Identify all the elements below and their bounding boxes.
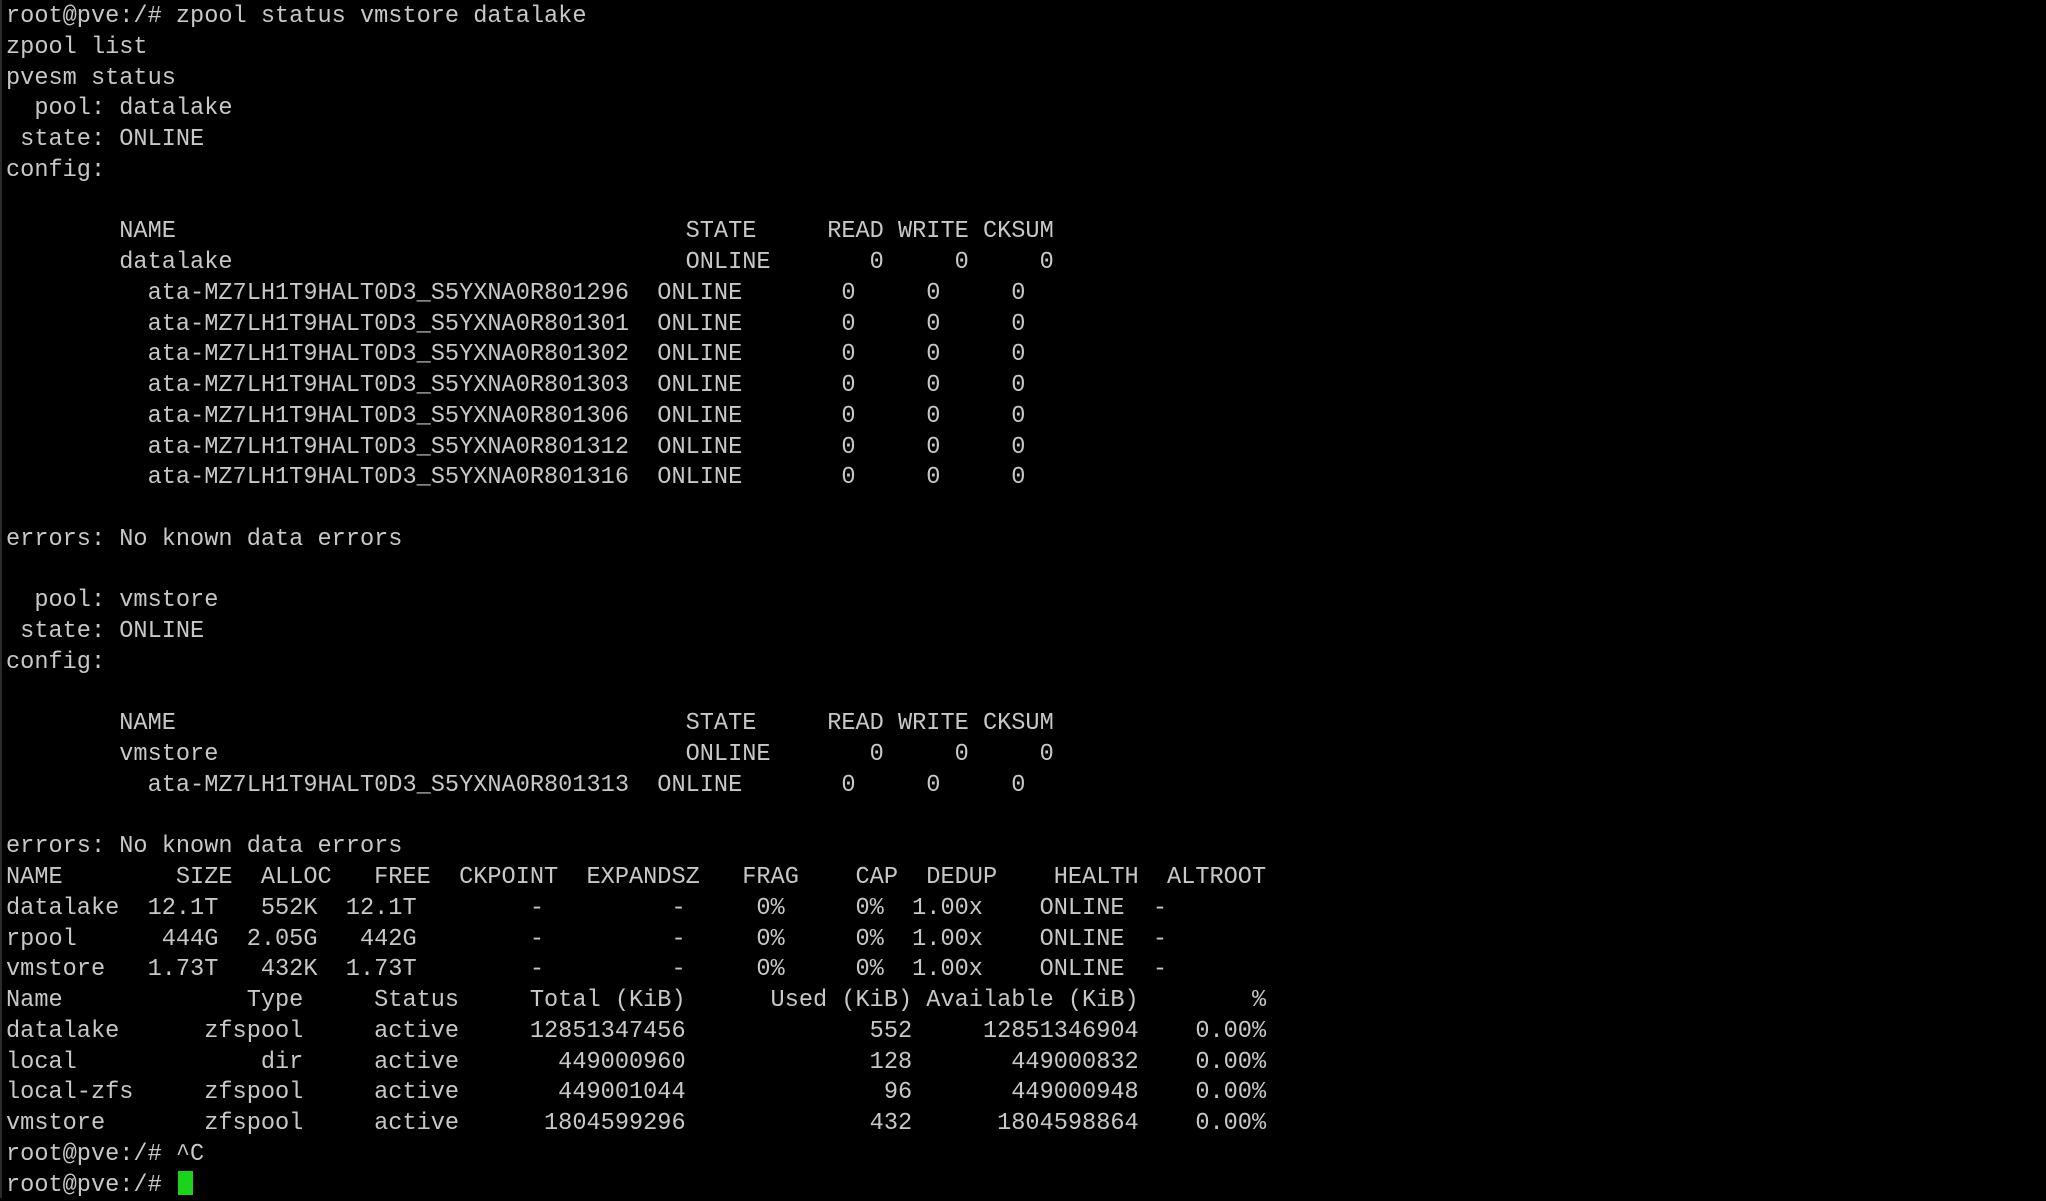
terminal-line: NAME STATE READ WRITE CKSUM (6, 709, 1266, 740)
terminal-line: pvesm status (6, 64, 1266, 95)
command-prompt-line[interactable]: root@pve:/# (6, 1171, 1266, 1201)
terminal-line: local dir active 449000960 128 449000832… (6, 1048, 1266, 1079)
terminal-window[interactable]: root@pve:/# zpool status vmstore datalak… (0, 0, 2046, 1198)
terminal-line: ata-MZ7LH1T9HALT0D3_S5YXNA0R801306 ONLIN… (6, 402, 1266, 433)
prompt-text: root@pve:/# (6, 1172, 176, 1199)
terminal-line: ata-MZ7LH1T9HALT0D3_S5YXNA0R801312 ONLIN… (6, 433, 1266, 464)
terminal-cursor-icon (178, 1171, 193, 1195)
terminal-line: datalake ONLINE 0 0 0 (6, 248, 1266, 279)
terminal-line: errors: No known data errors (6, 832, 1266, 863)
terminal-line: ata-MZ7LH1T9HALT0D3_S5YXNA0R801302 ONLIN… (6, 340, 1266, 371)
terminal-line: config: (6, 648, 1266, 679)
terminal-output: root@pve:/# zpool status vmstore datalak… (6, 2, 1266, 1201)
terminal-line: ata-MZ7LH1T9HALT0D3_S5YXNA0R801313 ONLIN… (6, 771, 1266, 802)
terminal-line (6, 187, 1266, 218)
terminal-line: rpool 444G 2.05G 442G - - 0% 0% 1.00x ON… (6, 925, 1266, 956)
terminal-line: ata-MZ7LH1T9HALT0D3_S5YXNA0R801303 ONLIN… (6, 371, 1266, 402)
terminal-line: state: ONLINE (6, 617, 1266, 648)
terminal-line: local-zfs zfspool active 449001044 96 44… (6, 1078, 1266, 1109)
terminal-line: root@pve:/# ^C (6, 1140, 1266, 1171)
terminal-line: ata-MZ7LH1T9HALT0D3_S5YXNA0R801316 ONLIN… (6, 463, 1266, 494)
terminal-line: vmstore 1.73T 432K 1.73T - - 0% 0% 1.00x… (6, 955, 1266, 986)
terminal-line: config: (6, 156, 1266, 187)
terminal-line: ata-MZ7LH1T9HALT0D3_S5YXNA0R801296 ONLIN… (6, 279, 1266, 310)
terminal-line: errors: No known data errors (6, 525, 1266, 556)
terminal-line: NAME STATE READ WRITE CKSUM (6, 217, 1266, 248)
terminal-line (6, 802, 1266, 833)
terminal-line: pool: datalake (6, 94, 1266, 125)
terminal-line: vmstore ONLINE 0 0 0 (6, 740, 1266, 771)
terminal-line: root@pve:/# zpool status vmstore datalak… (6, 2, 1266, 33)
terminal-line (6, 679, 1266, 710)
terminal-line: vmstore zfspool active 1804599296 432 18… (6, 1109, 1266, 1140)
terminal-line: pool: vmstore (6, 586, 1266, 617)
terminal-line: datalake 12.1T 552K 12.1T - - 0% 0% 1.00… (6, 894, 1266, 925)
terminal-line (6, 556, 1266, 587)
terminal-line: NAME SIZE ALLOC FREE CKPOINT EXPANDSZ FR… (6, 863, 1266, 894)
terminal-line (6, 494, 1266, 525)
terminal-line: zpool list (6, 33, 1266, 64)
terminal-line: ata-MZ7LH1T9HALT0D3_S5YXNA0R801301 ONLIN… (6, 310, 1266, 341)
terminal-line: state: ONLINE (6, 125, 1266, 156)
terminal-line: Name Type Status Total (KiB) Used (KiB) … (6, 986, 1266, 1017)
terminal-line: datalake zfspool active 12851347456 552 … (6, 1017, 1266, 1048)
